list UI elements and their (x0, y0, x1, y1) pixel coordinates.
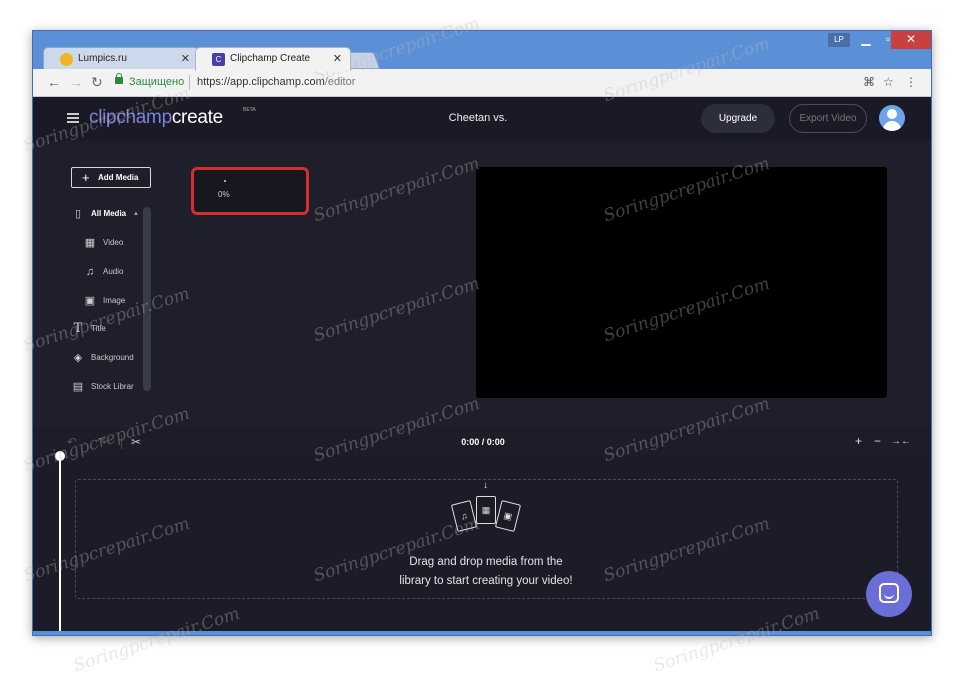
hamburger-menu-icon[interactable] (67, 113, 79, 123)
playhead-line (59, 459, 61, 631)
profile-badge[interactable]: LP (828, 33, 850, 47)
divider (121, 435, 122, 449)
window-close-icon[interactable]: ✕ (891, 31, 931, 49)
menu-kebab-icon[interactable]: ⋮ (905, 75, 917, 89)
spinner-icon (224, 180, 226, 182)
timeline-dropzone[interactable]: ♫ ▣ ▦ ↓ Drag and drop media from the lib… (75, 479, 898, 599)
fit-timeline-icon[interactable]: →← (891, 436, 911, 447)
upgrade-button[interactable]: Upgrade (701, 104, 775, 133)
user-avatar[interactable] (879, 105, 905, 131)
film-icon: ▦ (84, 237, 96, 249)
tab-lumpics[interactable]: Lumpics.ru ✕ (43, 47, 199, 71)
dropzone-hint: Drag and drop media from the library to … (399, 556, 573, 587)
lumpics-favicon-icon (60, 53, 73, 66)
file-icon: ▯ (74, 208, 82, 220)
tab-close-icon[interactable]: ✕ (333, 52, 342, 65)
project-title[interactable]: Cheetan vs. (423, 112, 533, 124)
app-header: clipchampcreate BETA Cheetan vs. Upgrade… (33, 97, 931, 141)
tab-label: Clipchamp Create (230, 53, 311, 64)
upload-progress: 0% (218, 190, 230, 199)
beta-badge: BETA (243, 107, 256, 113)
timeline-toolbar: ↶ ↷ ✂ 0:00 / 0:00 + − →← (33, 427, 931, 457)
reload-icon[interactable]: ↻ (91, 74, 103, 91)
browser-titlebar: Lumpics.ru ✕ C Clipchamp Create ✕ LP ▁ ▫… (33, 31, 931, 71)
tab-clipchamp[interactable]: C Clipchamp Create ✕ (195, 47, 351, 71)
back-icon[interactable]: ← (47, 74, 61, 90)
divider (189, 75, 190, 90)
plus-icon: + (82, 170, 90, 185)
sidebar-scrollbar[interactable] (143, 207, 151, 391)
redo-icon[interactable]: ↷ (97, 435, 107, 449)
browser-window: Lumpics.ru ✕ C Clipchamp Create ✕ LP ▁ ▫… (32, 30, 932, 636)
layers-icon: ◈ (73, 352, 83, 364)
chat-support-button[interactable] (866, 571, 912, 617)
browser-toolbar: ← → ↻ Защищено https://app.clipchamp.com… (33, 69, 931, 97)
image-icon: ▣ (84, 295, 96, 307)
timecode: 0:00 / 0:00 (461, 437, 505, 447)
music-icon: ♫ (85, 266, 95, 278)
sidebar-item-stock-library[interactable]: ▤ Stock Librar (71, 378, 145, 396)
undo-icon[interactable]: ↶ (67, 435, 77, 449)
chat-icon (879, 583, 899, 603)
tab-close-icon[interactable]: ✕ (181, 52, 190, 65)
zoom-out-icon[interactable]: − (874, 434, 881, 448)
clipchamp-favicon-icon: C (212, 53, 225, 66)
app-logo: clipchampcreate (89, 107, 223, 128)
security-label: Защищено (129, 76, 185, 88)
zoom-in-icon[interactable]: + (855, 434, 862, 448)
video-preview[interactable] (476, 167, 887, 398)
add-media-button[interactable]: + Add Media (71, 167, 151, 188)
chevron-up-icon: ▲ (133, 211, 139, 217)
media-cards-icon: ♫ ▣ ▦ ↓ (446, 480, 526, 546)
scissors-icon[interactable]: ✂ (131, 435, 141, 449)
clipchamp-app: clipchampcreate BETA Cheetan vs. Upgrade… (33, 97, 931, 631)
export-video-button[interactable]: Export Video (789, 104, 867, 133)
address-bar[interactable]: https://app.clipchamp.com/editor (197, 76, 355, 88)
forward-icon[interactable]: → (69, 74, 83, 90)
translate-icon[interactable]: ⌘ (863, 75, 875, 89)
bookmark-star-icon[interactable]: ☆ (883, 75, 894, 89)
media-upload-tile[interactable]: 0% (191, 167, 309, 215)
tab-label: Lumpics.ru (78, 53, 127, 64)
store-icon: ▤ (72, 381, 84, 393)
text-icon: T (73, 321, 83, 336)
lock-icon (115, 73, 123, 84)
playhead-handle[interactable] (55, 451, 65, 461)
